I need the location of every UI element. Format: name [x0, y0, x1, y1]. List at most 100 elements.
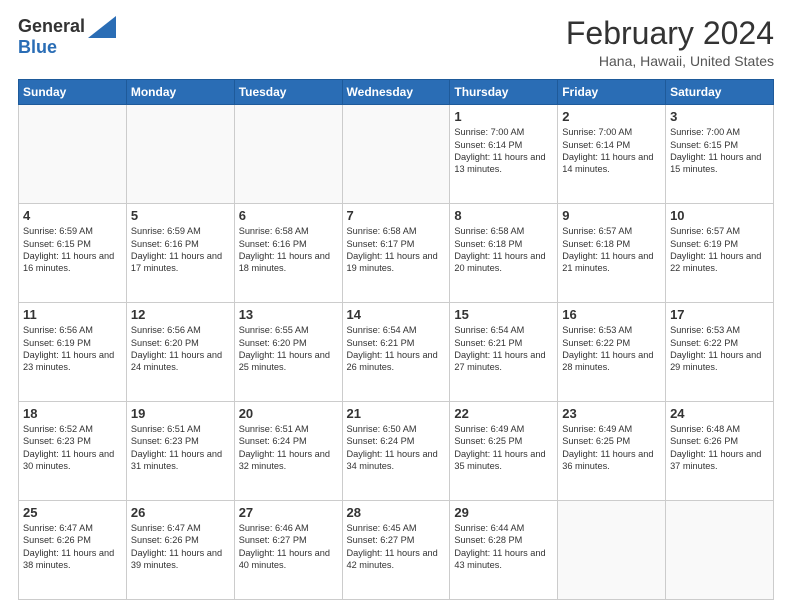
day-info: Sunrise: 6:47 AMSunset: 6:26 PMDaylight:…: [131, 522, 230, 572]
day-info: Sunrise: 6:48 AMSunset: 6:26 PMDaylight:…: [670, 423, 769, 473]
logo-text: General: [18, 16, 116, 38]
day-number: 13: [239, 307, 338, 322]
calendar-cell: 25 Sunrise: 6:47 AMSunset: 6:26 PMDayligh…: [19, 501, 127, 600]
calendar-cell: 19 Sunrise: 6:51 AMSunset: 6:23 PMDayligh…: [126, 402, 234, 501]
calendar-day-header: Monday: [126, 80, 234, 105]
logo-blue: Blue: [18, 38, 57, 58]
day-info: Sunrise: 6:57 AMSunset: 6:19 PMDaylight:…: [670, 225, 769, 275]
calendar-week-row: 25 Sunrise: 6:47 AMSunset: 6:26 PMDayligh…: [19, 501, 774, 600]
calendar-week-row: 1Sunrise: 7:00 AMSunset: 6:14 PMDaylight…: [19, 105, 774, 204]
day-info: Sunrise: 6:44 AMSunset: 6:28 PMDaylight:…: [454, 522, 553, 572]
day-number: 3: [670, 109, 769, 124]
day-info: Sunrise: 6:49 AMSunset: 6:25 PMDaylight:…: [454, 423, 553, 473]
day-info: Sunrise: 6:54 AMSunset: 6:21 PMDaylight:…: [454, 324, 553, 374]
day-info: Sunrise: 6:56 AMSunset: 6:20 PMDaylight:…: [131, 324, 230, 374]
calendar-cell: 13Sunrise: 6:55 AMSunset: 6:20 PMDayligh…: [234, 303, 342, 402]
header: General Blue February 2024 Hana, Hawaii,…: [18, 16, 774, 69]
day-info: Sunrise: 6:51 AMSunset: 6:23 PMDaylight:…: [131, 423, 230, 473]
calendar-table: SundayMondayTuesdayWednesdayThursdayFrid…: [18, 79, 774, 600]
day-number: 15: [454, 307, 553, 322]
subtitle: Hana, Hawaii, United States: [566, 53, 774, 69]
calendar-cell: [666, 501, 774, 600]
calendar-cell: 27 Sunrise: 6:46 AMSunset: 6:27 PMDayligh…: [234, 501, 342, 600]
day-number: 12: [131, 307, 230, 322]
day-number: 24: [670, 406, 769, 421]
logo-blue-text: Blue: [18, 38, 57, 58]
day-number: 26: [131, 505, 230, 520]
day-info: Sunrise: 6:46 AMSunset: 6:27 PMDaylight:…: [239, 522, 338, 572]
calendar-cell: 3 Sunrise: 7:00 AMSunset: 6:15 PMDaylight…: [666, 105, 774, 204]
day-info: Sunrise: 6:52 AMSunset: 6:23 PMDaylight:…: [23, 423, 122, 473]
day-number: 22: [454, 406, 553, 421]
day-info: Sunrise: 6:56 AMSunset: 6:19 PMDaylight:…: [23, 324, 122, 374]
calendar-day-header: Tuesday: [234, 80, 342, 105]
day-info: Sunrise: 6:51 AMSunset: 6:24 PMDaylight:…: [239, 423, 338, 473]
day-number: 5: [131, 208, 230, 223]
day-number: 19: [131, 406, 230, 421]
calendar-cell: 7Sunrise: 6:58 AMSunset: 6:17 PMDaylight…: [342, 204, 450, 303]
day-number: 10: [670, 208, 769, 223]
calendar-day-header: Thursday: [450, 80, 558, 105]
day-info: Sunrise: 6:59 AMSunset: 6:15 PMDaylight:…: [23, 225, 122, 275]
day-info: Sunrise: 6:57 AMSunset: 6:18 PMDaylight:…: [562, 225, 661, 275]
calendar-cell: 14 Sunrise: 6:54 AMSunset: 6:21 PMDayligh…: [342, 303, 450, 402]
day-number: 27: [239, 505, 338, 520]
calendar-cell: 21 Sunrise: 6:50 AMSunset: 6:24 PMDayligh…: [342, 402, 450, 501]
day-number: 29: [454, 505, 553, 520]
calendar-cell: 11 Sunrise: 6:56 AMSunset: 6:19 PMDayligh…: [19, 303, 127, 402]
calendar-cell: [126, 105, 234, 204]
main-title: February 2024: [566, 16, 774, 51]
day-number: 4: [23, 208, 122, 223]
day-number: 21: [347, 406, 446, 421]
calendar-cell: 15 Sunrise: 6:54 AMSunset: 6:21 PMDayligh…: [450, 303, 558, 402]
day-info: Sunrise: 6:58 AMSunset: 6:16 PMDaylight:…: [239, 225, 338, 275]
calendar-cell: 8 Sunrise: 6:58 AMSunset: 6:18 PMDaylight…: [450, 204, 558, 303]
day-number: 16: [562, 307, 661, 322]
calendar-cell: 6 Sunrise: 6:58 AMSunset: 6:16 PMDaylight…: [234, 204, 342, 303]
calendar-cell: [558, 501, 666, 600]
day-info: Sunrise: 6:50 AMSunset: 6:24 PMDaylight:…: [347, 423, 446, 473]
day-info: Sunrise: 7:00 AMSunset: 6:14 PMDaylight:…: [562, 126, 661, 176]
day-number: 23: [562, 406, 661, 421]
logo-general: General: [18, 17, 85, 37]
calendar-day-header: Saturday: [666, 80, 774, 105]
day-info: Sunrise: 7:00 AMSunset: 6:15 PMDaylight:…: [670, 126, 769, 176]
calendar-week-row: 18Sunrise: 6:52 AMSunset: 6:23 PMDayligh…: [19, 402, 774, 501]
calendar-day-header: Sunday: [19, 80, 127, 105]
calendar-cell: 28Sunrise: 6:45 AMSunset: 6:27 PMDayligh…: [342, 501, 450, 600]
day-number: 14: [347, 307, 446, 322]
calendar-cell: 16 Sunrise: 6:53 AMSunset: 6:22 PMDayligh…: [558, 303, 666, 402]
calendar-cell: 5Sunrise: 6:59 AMSunset: 6:16 PMDaylight…: [126, 204, 234, 303]
day-number: 6: [239, 208, 338, 223]
page: General Blue February 2024 Hana, Hawaii,…: [0, 0, 792, 612]
day-number: 25: [23, 505, 122, 520]
day-info: Sunrise: 6:47 AMSunset: 6:26 PMDaylight:…: [23, 522, 122, 572]
calendar-cell: [342, 105, 450, 204]
day-info: Sunrise: 6:58 AMSunset: 6:17 PMDaylight:…: [347, 225, 446, 275]
day-info: Sunrise: 6:45 AMSunset: 6:27 PMDaylight:…: [347, 522, 446, 572]
day-number: 9: [562, 208, 661, 223]
calendar-cell: 12 Sunrise: 6:56 AMSunset: 6:20 PMDayligh…: [126, 303, 234, 402]
calendar-cell: 26 Sunrise: 6:47 AMSunset: 6:26 PMDayligh…: [126, 501, 234, 600]
calendar-cell: 20Sunrise: 6:51 AMSunset: 6:24 PMDayligh…: [234, 402, 342, 501]
calendar-cell: [234, 105, 342, 204]
calendar-cell: 9 Sunrise: 6:57 AMSunset: 6:18 PMDaylight…: [558, 204, 666, 303]
day-number: 11: [23, 307, 122, 322]
calendar-day-header: Friday: [558, 80, 666, 105]
calendar-header-row: SundayMondayTuesdayWednesdayThursdayFrid…: [19, 80, 774, 105]
calendar-cell: 2Sunrise: 7:00 AMSunset: 6:14 PMDaylight…: [558, 105, 666, 204]
day-info: Sunrise: 6:54 AMSunset: 6:21 PMDaylight:…: [347, 324, 446, 374]
calendar-cell: 1Sunrise: 7:00 AMSunset: 6:14 PMDaylight…: [450, 105, 558, 204]
day-info: Sunrise: 6:58 AMSunset: 6:18 PMDaylight:…: [454, 225, 553, 275]
day-number: 8: [454, 208, 553, 223]
calendar-cell: 10 Sunrise: 6:57 AMSunset: 6:19 PMDayligh…: [666, 204, 774, 303]
day-info: Sunrise: 6:53 AMSunset: 6:22 PMDaylight:…: [562, 324, 661, 374]
calendar-cell: 4 Sunrise: 6:59 AMSunset: 6:15 PMDaylight…: [19, 204, 127, 303]
calendar-day-header: Wednesday: [342, 80, 450, 105]
calendar-cell: 29 Sunrise: 6:44 AMSunset: 6:28 PMDayligh…: [450, 501, 558, 600]
calendar-cell: 18Sunrise: 6:52 AMSunset: 6:23 PMDayligh…: [19, 402, 127, 501]
calendar-cell: 24 Sunrise: 6:48 AMSunset: 6:26 PMDayligh…: [666, 402, 774, 501]
calendar-cell: [19, 105, 127, 204]
day-number: 17: [670, 307, 769, 322]
calendar-cell: 17Sunrise: 6:53 AMSunset: 6:22 PMDayligh…: [666, 303, 774, 402]
